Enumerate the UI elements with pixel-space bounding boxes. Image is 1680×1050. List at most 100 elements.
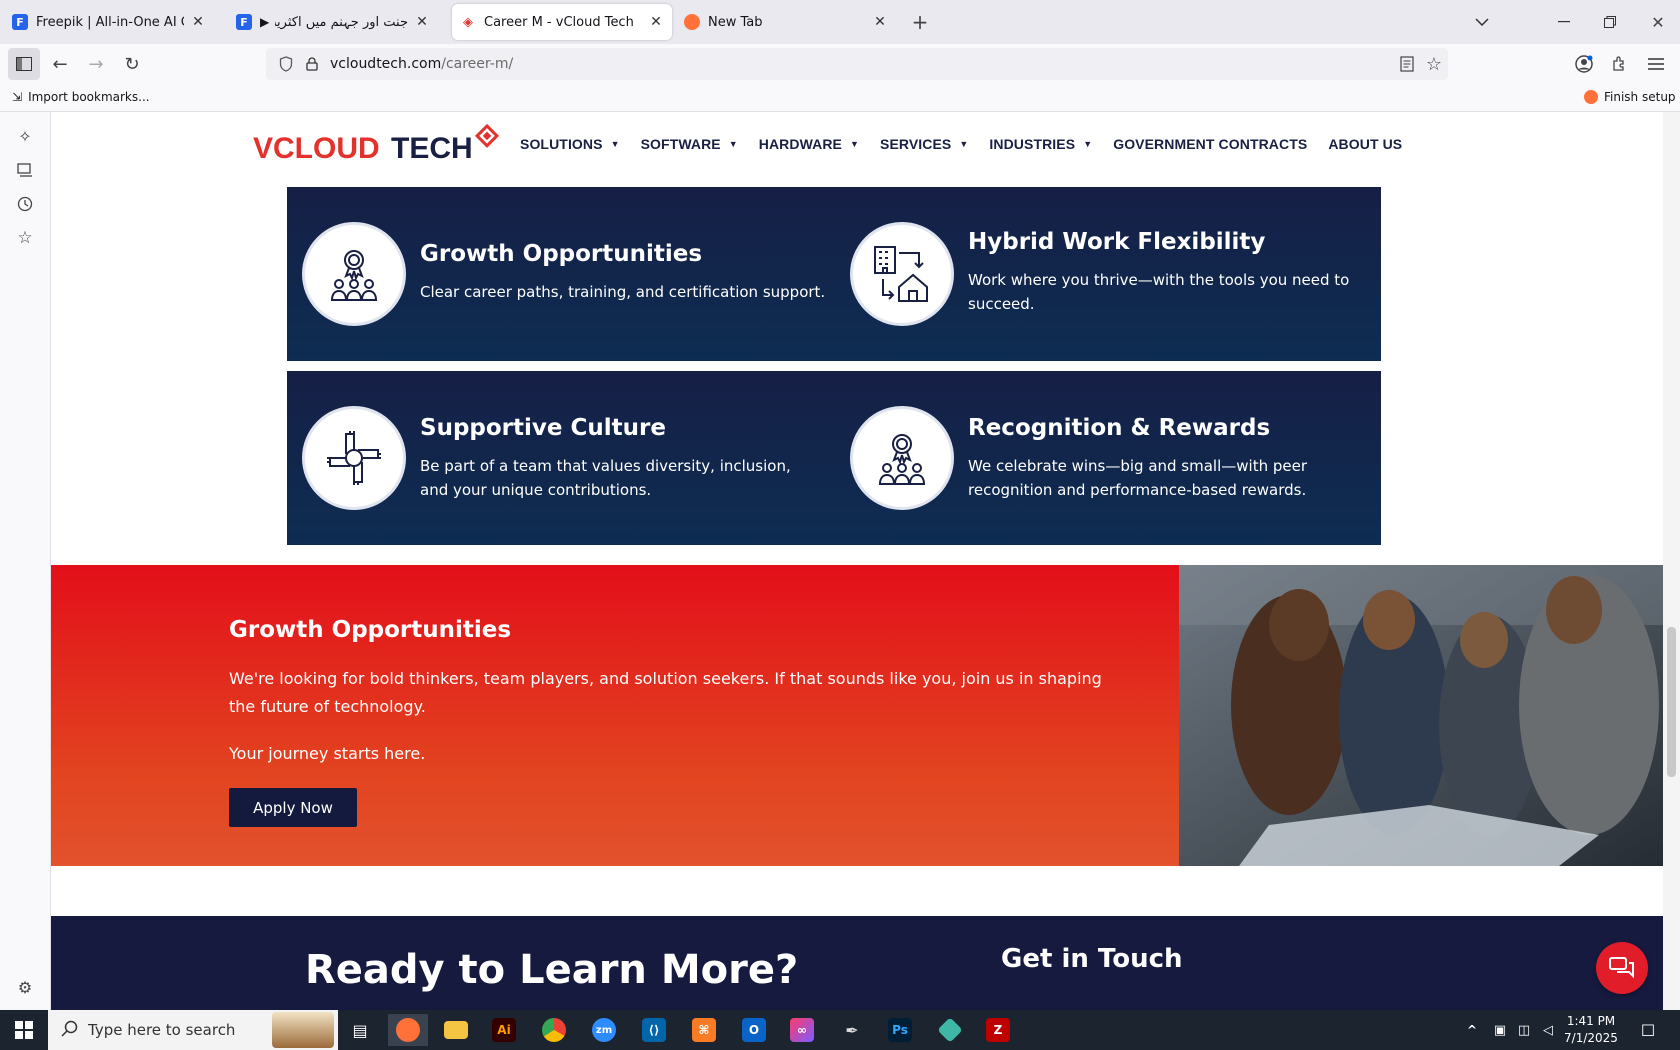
ai-sparkle-icon[interactable]: ✧ [14,125,36,147]
playing-audio-icon[interactable]: ▶ [260,15,269,29]
import-bookmarks-label: Import bookmarks... [28,90,150,104]
lock-icon[interactable] [302,57,322,71]
taskbar-search[interactable]: Type here to search [48,1010,338,1050]
chrome-icon[interactable] [534,1014,574,1046]
nav-label: ABOUT US [1328,136,1403,152]
benefit-hybrid: Hybrid Work Flexibility Work where you t… [835,187,1381,361]
team-collaboration-photo [1179,565,1663,866]
restore-icon[interactable] [1598,10,1622,34]
growth-cta-section: Growth Opportunities We're looking for b… [51,565,1179,866]
cta-body: We're looking for bold thinkers, team pl… [229,669,1102,716]
minimize-icon[interactable] [1552,10,1576,34]
system-clock[interactable]: 1:41 PM 7/1/2025 [1556,1013,1626,1047]
tab-newtab[interactable]: New Tab ✕ [676,4,896,40]
new-tab-plus-icon[interactable]: + [908,10,932,34]
file-explorer-icon[interactable] [436,1014,476,1046]
vcloud-favicon-icon: ◈ [460,14,476,30]
extensions-icon[interactable] [1604,48,1636,80]
forward-arrow-icon[interactable]: → [80,48,112,80]
nav-government-contracts[interactable]: GOVERNMENT CONTRACTS [1113,136,1307,152]
wifi-icon[interactable]: ◫ [1512,1014,1536,1046]
photoshop-icon[interactable]: Ps [880,1014,920,1046]
tab-freepik[interactable]: F Freepik | All-in-One AI Creative ✕ [4,4,214,40]
award-team-icon [850,406,954,510]
chat-widget-button[interactable] [1596,942,1648,994]
logo-text-tech: TECH [391,132,473,165]
diamond-app-icon[interactable] [930,1014,970,1046]
tab-career[interactable]: ◈ Career M - vCloud Tech ✕ [452,4,672,40]
back-arrow-icon[interactable]: ← [44,48,76,80]
bookmarks-bar: ⇲ Import bookmarks... Finish setup [0,84,1680,112]
xampp-icon[interactable]: ⌘ [684,1014,724,1046]
tab-title: جنت اور جہنم میں اکثریت ک [275,14,408,30]
hands-together-icon [302,406,406,510]
finish-setup[interactable]: Finish setup [1584,90,1676,104]
synced-tabs-icon[interactable] [14,159,36,181]
outlook-icon[interactable]: O [734,1014,774,1046]
filezilla-icon[interactable]: Z [978,1014,1018,1046]
illustrator-icon[interactable]: Ai [484,1014,524,1046]
benefit-title: Hybrid Work Flexibility [968,229,1266,255]
pen-tool-icon[interactable]: ✒ [832,1014,872,1046]
sidebar-toggle-icon[interactable] [8,48,40,80]
nav-industries[interactable]: INDUSTRIES ▼ [989,136,1092,152]
menu-hamburger-icon[interactable] [1640,48,1672,80]
nav-label: HARDWARE [758,136,842,152]
nav-about-us[interactable]: ABOUT US [1328,136,1402,152]
nav-software[interactable]: SOFTWARE ▼ [641,136,738,152]
task-view-icon[interactable]: ▤ [340,1014,380,1046]
apply-now-button[interactable]: Apply Now [229,788,357,827]
page-scrollbar[interactable] [1663,112,1680,1010]
benefit-description: Work where you thrive—with the tools you… [968,271,1350,313]
caret-down-icon: ▼ [610,139,620,149]
account-icon[interactable] [1568,48,1600,80]
nav-label: SOLUTIONS [520,136,603,152]
notifications-icon[interactable]: ☐ [1628,1014,1668,1046]
close-tab-icon[interactable]: ✕ [872,14,888,30]
close-tab-icon[interactable]: ✕ [648,14,664,30]
show-hidden-icons-chevron-icon[interactable]: ^ [1460,1014,1484,1046]
logo-text-vcloud: VCLOUD [253,132,380,165]
firefox-favicon-icon [684,14,700,30]
scrollbar-thumb[interactable] [1667,627,1676,777]
screen: F Freepik | All-in-One AI Creative ✕ F ▶… [0,0,1680,1050]
nav-services[interactable]: SERVICES ▼ [880,136,968,152]
search-highlight-bison-icon [272,1012,334,1048]
benefit-culture: Supportive Culture Be part of a team tha… [287,371,835,545]
main-navigation: SOLUTIONS ▼ SOFTWARE ▼ HARDWARE ▼ SERVICES ▼… [520,136,1423,152]
url-bar[interactable]: vcloudtech.com /career-m/ ☆ [266,48,1448,80]
award-team-icon [302,222,406,326]
list-tabs-chevron-icon[interactable] [1470,10,1494,34]
shield-icon[interactable] [276,56,296,72]
reload-icon[interactable]: ↻ [116,48,148,80]
windows-start-icon[interactable] [4,1014,44,1046]
network-status-icon[interactable]: ▣ [1488,1014,1512,1046]
caret-down-icon: ▼ [1083,139,1093,149]
sidebar-settings-gear-icon[interactable]: ⚙ [14,976,36,998]
creative-cloud-icon[interactable]: ∞ [782,1014,822,1046]
benefit-growth: Growth Opportunities Clear career paths,… [287,187,835,361]
nav-hardware[interactable]: HARDWARE ▼ [759,136,859,152]
nav-solutions[interactable]: SOLUTIONS ▼ [520,136,620,152]
zoom-icon[interactable]: zm [584,1014,624,1046]
benefit-title: Growth Opportunities [420,241,703,267]
vcloud-tech-logo[interactable]: VCLOUD TECH [251,120,511,170]
cta-tagline: Your journey starts here. [229,744,426,763]
bookmarks-star-icon[interactable]: ☆ [14,227,36,249]
close-tab-icon[interactable]: ✕ [414,14,430,30]
office-home-icon [850,222,954,326]
tab-urdu[interactable]: F ▶ جنت اور جہنم میں اکثریت ک ✕ [228,4,438,40]
close-tab-icon[interactable]: ✕ [190,14,206,30]
import-bookmarks[interactable]: ⇲ Import bookmarks... [12,90,150,104]
nav-label: INDUSTRIES [989,136,1076,152]
reader-view-icon[interactable] [1400,56,1414,76]
clock-date: 7/1/2025 [1564,1031,1618,1045]
benefits-panel-1: Growth Opportunities Clear career paths,… [287,187,1381,361]
firefox-taskbar-icon[interactable] [388,1014,428,1046]
nav-label: GOVERNMENT CONTRACTS [1113,136,1308,152]
close-window-icon[interactable]: ✕ [1646,10,1670,34]
vscode-icon[interactable]: ⟨⟩ [634,1014,674,1046]
bookmark-star-icon[interactable]: ☆ [1426,54,1442,75]
url-path: /career-m/ [441,56,514,72]
history-clock-icon[interactable] [14,193,36,215]
